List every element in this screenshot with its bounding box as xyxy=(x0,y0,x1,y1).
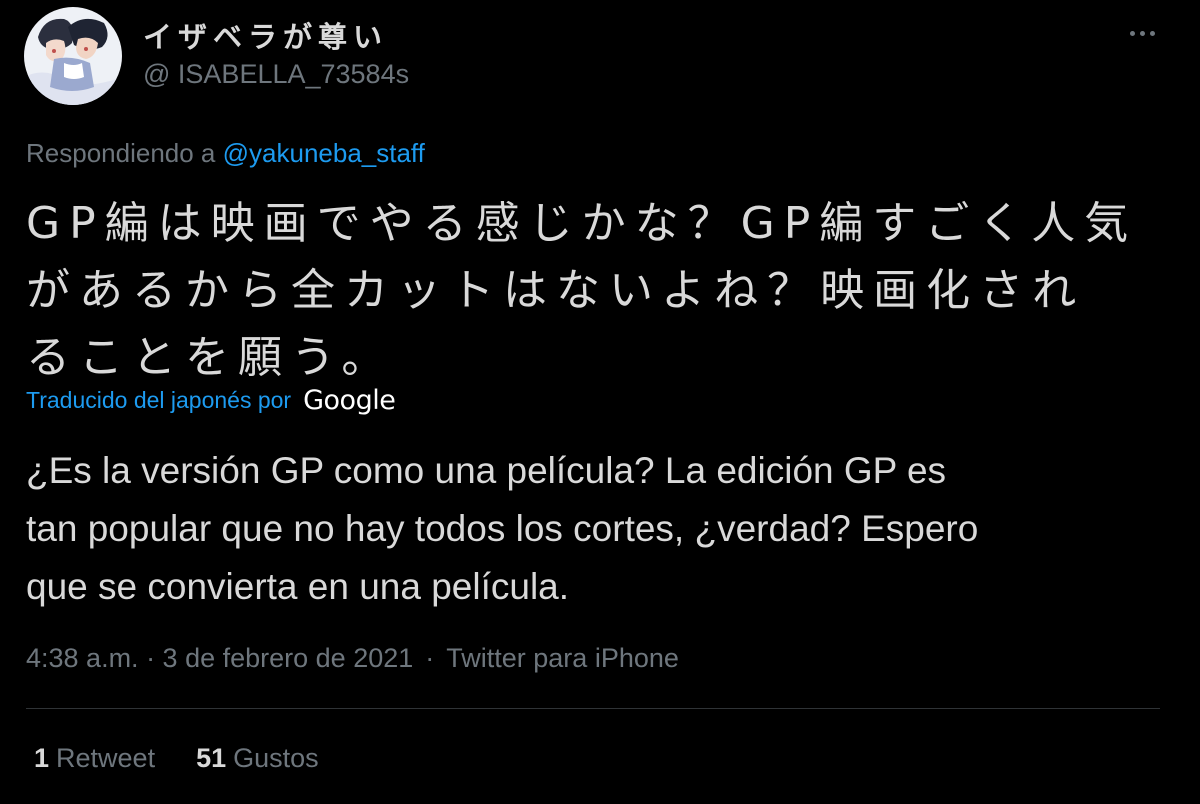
google-logo: Google xyxy=(303,385,396,416)
more-horizontal-icon-dot xyxy=(1149,30,1155,36)
user-handle[interactable]: @ ISABELLA_73584s xyxy=(143,59,409,90)
more-horizontal-icon xyxy=(1129,30,1135,36)
divider xyxy=(26,708,1160,709)
tweet-source-link[interactable]: Twitter para iPhone xyxy=(446,643,679,673)
more-options-button[interactable] xyxy=(1122,18,1162,48)
avatar-image xyxy=(24,7,122,105)
replying-to-mention-link[interactable]: @yakuneba_staff xyxy=(223,138,425,168)
replying-to: Respondiendo a @yakuneba_staff xyxy=(26,138,425,169)
tweet-text-original: GP編は映画でやる感じかな？GP編すごく人気 があるから全カットはないよね？映画… xyxy=(26,198,1138,383)
retweets-label: Retweet xyxy=(56,743,156,773)
likes-count: 51 xyxy=(196,743,227,773)
tweet-text-translation: ¿Es la versión GP como una película? La … xyxy=(26,450,979,607)
translation-label[interactable]: Traducido del japonés por xyxy=(26,387,291,414)
likes-stat[interactable]: 51 Gustos xyxy=(196,743,319,774)
replying-to-prefix: Respondiendo a xyxy=(26,138,216,168)
tweet-meta: 4:38 a.m. · 3 de febrero de 2021 · Twitter… xyxy=(26,643,679,674)
translation-attribution: Traducido del japonés por Google xyxy=(26,385,396,416)
display-name[interactable]: イザベラが尊い xyxy=(143,14,388,56)
more-horizontal-icon-dot xyxy=(1139,30,1145,36)
retweets-count: 1 xyxy=(34,743,50,773)
retweets-stat[interactable]: 1 Retweet xyxy=(34,743,155,774)
tweet-stats: 1 Retweet 51 Gustos xyxy=(34,743,319,774)
avatar[interactable] xyxy=(24,7,122,105)
meta-separator: · xyxy=(425,643,435,673)
tweet-timestamp[interactable]: 4:38 a.m. · 3 de febrero de 2021 xyxy=(26,643,413,673)
likes-label: Gustos xyxy=(233,743,319,773)
